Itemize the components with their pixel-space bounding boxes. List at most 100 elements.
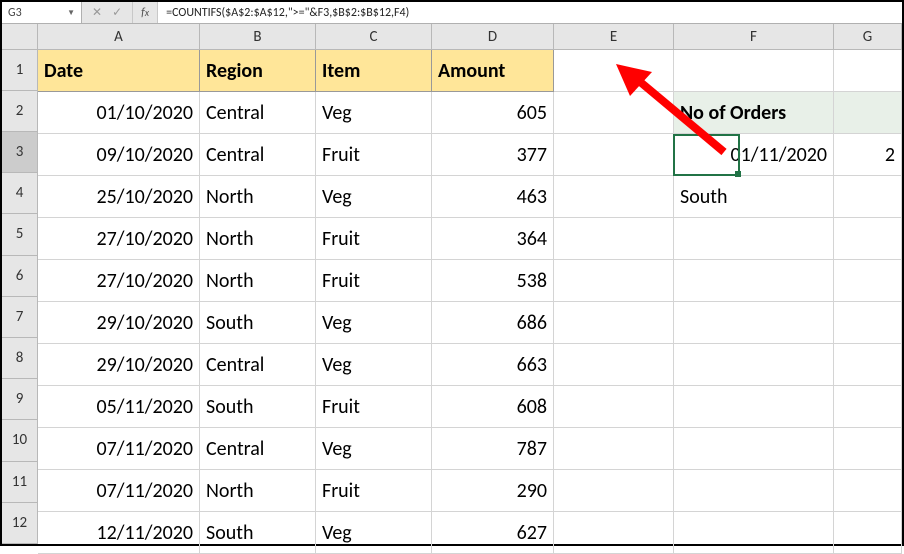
cell-B3[interactable]: Central [200,134,316,176]
row-header[interactable]: 10 [2,420,38,461]
select-all-corner[interactable] [2,24,38,50]
cell-A4[interactable]: 25/10/2020 [38,176,200,218]
confirm-icon[interactable]: ✓ [112,5,122,20]
fx-icon[interactable]: fx [133,2,158,23]
row-header[interactable]: 1 [2,50,38,91]
cell-D12[interactable]: 627 [432,512,554,554]
row-header[interactable]: 2 [2,91,38,132]
row-header[interactable]: 3 [2,132,38,173]
cell-A8[interactable]: 29/10/2020 [38,344,200,386]
cell-D1[interactable]: Amount [432,50,554,92]
cell-G2[interactable] [834,92,902,134]
cell-F12[interactable] [674,512,834,554]
cell-A9[interactable]: 05/11/2020 [38,386,200,428]
row-header[interactable]: 5 [2,214,38,255]
cell-C4[interactable]: Veg [316,176,432,218]
cell-F10[interactable] [674,428,834,470]
cell-G12[interactable] [834,512,902,554]
cell-C2[interactable]: Veg [316,92,432,134]
cell-A11[interactable]: 07/11/2020 [38,470,200,512]
row-header[interactable]: 4 [2,173,38,214]
cell-F6[interactable] [674,260,834,302]
cell-B12[interactable]: South [200,512,316,554]
cell-F1[interactable] [674,50,834,92]
cell-E2[interactable] [554,92,674,134]
cell-D6[interactable]: 538 [432,260,554,302]
cell-E7[interactable] [554,302,674,344]
cell-G1[interactable] [834,50,902,92]
cell-G11[interactable] [834,470,902,512]
cell-F5[interactable] [674,218,834,260]
col-header[interactable]: F [674,24,834,50]
cell-E3[interactable] [554,134,674,176]
cell-B1[interactable]: Region [200,50,316,92]
cell-D7[interactable]: 686 [432,302,554,344]
cell-D11[interactable]: 290 [432,470,554,512]
cell-G3[interactable]: 2 [834,134,902,176]
cell-D4[interactable]: 463 [432,176,554,218]
cell-B2[interactable]: Central [200,92,316,134]
cell-C3[interactable]: Fruit [316,134,432,176]
cell-F4[interactable]: South [674,176,834,218]
cell-A3[interactable]: 09/10/2020 [38,134,200,176]
cell-B9[interactable]: South [200,386,316,428]
row-header[interactable]: 9 [2,379,38,420]
cell-A6[interactable]: 27/10/2020 [38,260,200,302]
cell-C11[interactable]: Fruit [316,470,432,512]
cell-G5[interactable] [834,218,902,260]
name-box[interactable]: G3 ▼ [2,2,82,23]
cell-F3[interactable]: 01/11/2020 [674,134,834,176]
cell-A7[interactable]: 29/10/2020 [38,302,200,344]
cell-F11[interactable] [674,470,834,512]
cell-B6[interactable]: North [200,260,316,302]
cell-C10[interactable]: Veg [316,428,432,470]
cell-A10[interactable]: 07/11/2020 [38,428,200,470]
chevron-down-icon[interactable]: ▼ [67,8,75,18]
cell-B4[interactable]: North [200,176,316,218]
cell-B8[interactable]: Central [200,344,316,386]
col-header[interactable]: A [38,24,200,50]
cell-A1[interactable]: Date [38,50,200,92]
col-header[interactable]: C [316,24,432,50]
cell-C9[interactable]: Fruit [316,386,432,428]
cell-G9[interactable] [834,386,902,428]
cell-C12[interactable]: Veg [316,512,432,554]
cell-A5[interactable]: 27/10/2020 [38,218,200,260]
cell-E6[interactable] [554,260,674,302]
cell-E8[interactable] [554,344,674,386]
cell-E1[interactable] [554,50,674,92]
row-header[interactable]: 6 [2,256,38,297]
cell-C7[interactable]: Veg [316,302,432,344]
row-header[interactable]: 8 [2,338,38,379]
cell-G7[interactable] [834,302,902,344]
cell-B7[interactable]: South [200,302,316,344]
cell-D2[interactable]: 605 [432,92,554,134]
cell-C5[interactable]: Fruit [316,218,432,260]
cell-F2[interactable]: No of Orders [674,92,834,134]
col-header[interactable]: D [432,24,554,50]
cell-D5[interactable]: 364 [432,218,554,260]
cell-G8[interactable] [834,344,902,386]
cell-C6[interactable]: Fruit [316,260,432,302]
cell-D9[interactable]: 608 [432,386,554,428]
cell-E12[interactable] [554,512,674,554]
cell-A12[interactable]: 12/11/2020 [38,512,200,554]
cell-G6[interactable] [834,260,902,302]
row-header[interactable]: 11 [2,462,38,503]
cell-F9[interactable] [674,386,834,428]
cell-F7[interactable] [674,302,834,344]
col-header[interactable]: E [554,24,674,50]
row-header[interactable]: 7 [2,297,38,338]
cell-E11[interactable] [554,470,674,512]
cell-D10[interactable]: 787 [432,428,554,470]
col-header[interactable]: G [834,24,902,50]
cell-E9[interactable] [554,386,674,428]
cell-B10[interactable]: Central [200,428,316,470]
formula-input[interactable]: =COUNTIFS($A$2:$A$12,">="&F3,$B$2:$B$12,… [158,2,902,23]
cell-C1[interactable]: Item [316,50,432,92]
cell-G10[interactable] [834,428,902,470]
col-header[interactable]: B [200,24,316,50]
cell-E5[interactable] [554,218,674,260]
cell-D8[interactable]: 663 [432,344,554,386]
cell-F8[interactable] [674,344,834,386]
